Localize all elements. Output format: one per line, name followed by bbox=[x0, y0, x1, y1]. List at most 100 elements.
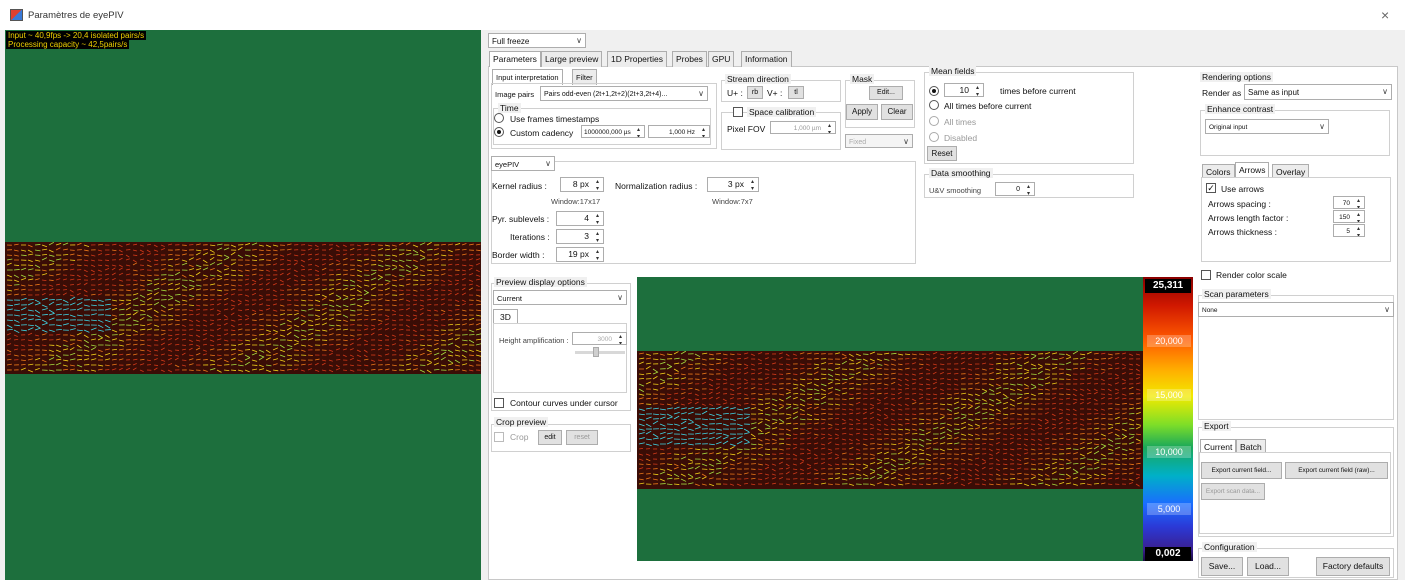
mask-edit-button[interactable]: Edit... bbox=[869, 86, 903, 100]
velocity-arrow bbox=[412, 314, 418, 317]
velocity-arrow bbox=[967, 413, 974, 416]
contour-checkbox[interactable] bbox=[494, 398, 504, 408]
velocity-arrow bbox=[904, 438, 911, 441]
velocity-arrow bbox=[729, 388, 735, 392]
pyr-sublevels-spinner[interactable]: 4 bbox=[556, 211, 604, 226]
velocity-arrow bbox=[349, 268, 355, 271]
velocity-arrow bbox=[680, 473, 686, 477]
velocity-arrow bbox=[848, 393, 854, 396]
v-direction-button[interactable]: tl bbox=[788, 86, 804, 99]
velocity-arrow bbox=[363, 369, 369, 372]
velocity-arrow bbox=[1037, 438, 1042, 442]
mask-title: Mask bbox=[850, 74, 875, 84]
arrows-length-spinner[interactable]: 150 bbox=[1333, 210, 1365, 223]
u-direction-button[interactable]: rb bbox=[747, 86, 763, 99]
calibration-unit-select[interactable]: Fixed ∨ bbox=[845, 134, 913, 148]
export-scan-data-button[interactable]: Export scan data... bbox=[1201, 483, 1265, 500]
velocity-arrow bbox=[967, 403, 973, 407]
velocity-arrow bbox=[27, 344, 33, 347]
tab-1d-properties[interactable]: 1D Properties bbox=[607, 51, 667, 67]
cadency-us-spinner[interactable]: 1000000,000 µs bbox=[581, 125, 645, 138]
tab-parameters[interactable]: Parameters bbox=[489, 51, 541, 67]
use-frames-radio[interactable] bbox=[494, 113, 504, 123]
cadency-hz-spinner[interactable]: 1,000 Hz bbox=[648, 125, 710, 138]
arrows-thickness-spinner[interactable]: 5 bbox=[1333, 224, 1365, 237]
mask-apply-button[interactable]: Apply bbox=[846, 104, 878, 120]
velocity-arrow bbox=[230, 363, 237, 366]
kernel-radius-spinner[interactable]: 8 px bbox=[560, 177, 604, 192]
velocity-arrow bbox=[321, 322, 328, 326]
config-save-button[interactable]: Save... bbox=[1201, 557, 1243, 576]
velocity-arrow bbox=[412, 357, 418, 361]
height-amplification-spinner[interactable]: 3000 bbox=[572, 332, 627, 345]
mean-times-radio[interactable] bbox=[929, 86, 939, 96]
tab-gpu[interactable]: GPU bbox=[708, 51, 735, 67]
velocity-arrow bbox=[104, 253, 110, 256]
velocity-arrow bbox=[244, 343, 251, 346]
freeze-select-value: Full freeze bbox=[492, 37, 530, 46]
all-times-radio[interactable] bbox=[929, 116, 939, 126]
tab-large-preview[interactable]: Large preview bbox=[541, 51, 603, 67]
velocity-arrow bbox=[27, 264, 34, 266]
velocity-arrow bbox=[736, 413, 743, 416]
velocity-arrow bbox=[1044, 473, 1050, 477]
velocity-arrow bbox=[328, 287, 334, 291]
use-arrows-checkbox[interactable]: ✓ bbox=[1206, 183, 1216, 193]
export-current-field-raw-button[interactable]: Export current field (raw)... bbox=[1285, 462, 1388, 479]
tab-probes[interactable]: Probes bbox=[672, 51, 707, 67]
preview-select[interactable]: Current ∨ bbox=[493, 290, 627, 305]
velocity-arrow bbox=[1058, 421, 1063, 425]
freeze-select[interactable]: Full freeze ∨ bbox=[488, 33, 586, 48]
velocity-arrow bbox=[785, 388, 791, 392]
image-pairs-select[interactable]: Pairs odd-even (2t+1,2t+2)(2t+3,2t+4)...… bbox=[540, 86, 708, 101]
all-before-radio[interactable] bbox=[929, 100, 939, 110]
velocity-arrow bbox=[1072, 413, 1077, 416]
velocity-arrow bbox=[1002, 448, 1008, 451]
velocity-arrow bbox=[1121, 367, 1126, 370]
enhance-contrast-select[interactable]: Original input ∨ bbox=[1205, 119, 1329, 134]
velocity-arrow bbox=[1051, 483, 1058, 486]
mask-clear-button[interactable]: Clear bbox=[881, 104, 913, 120]
velocity-arrow bbox=[1016, 478, 1022, 481]
velocity-arrow bbox=[216, 312, 221, 316]
disabled-radio[interactable] bbox=[929, 132, 939, 142]
velocity-arrow bbox=[307, 363, 313, 366]
iterations-spinner[interactable]: 3 bbox=[556, 229, 604, 244]
velocity-arrow bbox=[111, 317, 117, 321]
crop-reset-button[interactable]: reset bbox=[566, 430, 598, 445]
border-width-spinner[interactable]: 19 px bbox=[556, 247, 604, 262]
export-current-field-button[interactable]: Export current field... bbox=[1201, 462, 1282, 479]
velocity-arrow bbox=[286, 263, 291, 266]
pixel-fov-spinner[interactable]: 1,000 µm bbox=[770, 121, 836, 134]
velocity-arrow bbox=[314, 248, 319, 251]
close-icon[interactable]: × bbox=[1381, 7, 1389, 23]
height-slider-thumb[interactable] bbox=[593, 347, 599, 357]
render-as-select[interactable]: Same as input ∨ bbox=[1244, 84, 1392, 100]
crop-checkbox[interactable] bbox=[494, 432, 504, 442]
uv-smoothing-spinner[interactable]: 0 bbox=[995, 182, 1035, 196]
velocity-arrow bbox=[223, 339, 229, 342]
velocity-arrow bbox=[1065, 378, 1071, 381]
height-slider[interactable] bbox=[575, 347, 625, 357]
crop-edit-button[interactable]: edit bbox=[538, 430, 562, 445]
mean-reset-button[interactable]: Reset bbox=[927, 146, 957, 161]
velocity-arrow bbox=[666, 483, 673, 485]
velocity-arrow bbox=[468, 369, 474, 372]
arrows-spacing-spinner[interactable]: 70 bbox=[1333, 196, 1365, 209]
tab-arrows[interactable]: Arrows bbox=[1235, 162, 1270, 178]
velocity-arrow bbox=[1128, 478, 1134, 481]
normalization-radius-spinner[interactable]: 3 px bbox=[707, 177, 759, 192]
algorithm-select[interactable]: eyePIV ∨ bbox=[491, 156, 555, 171]
velocity-arrow bbox=[981, 356, 986, 360]
render-color-scale-checkbox[interactable] bbox=[1201, 270, 1211, 280]
custom-cadency-radio[interactable] bbox=[494, 127, 504, 137]
preview-vector-field[interactable] bbox=[637, 277, 1143, 561]
velocity-arrow bbox=[97, 334, 104, 339]
tab-information[interactable]: Information bbox=[741, 51, 792, 67]
mean-times-spinner[interactable]: 10 bbox=[944, 83, 984, 97]
velocity-arrow bbox=[468, 273, 474, 276]
space-calibration-checkbox[interactable] bbox=[733, 107, 743, 117]
factory-defaults-button[interactable]: Factory defaults bbox=[1316, 557, 1390, 576]
config-load-button[interactable]: Load... bbox=[1247, 557, 1289, 576]
scan-select[interactable]: None ∨ bbox=[1198, 302, 1394, 317]
